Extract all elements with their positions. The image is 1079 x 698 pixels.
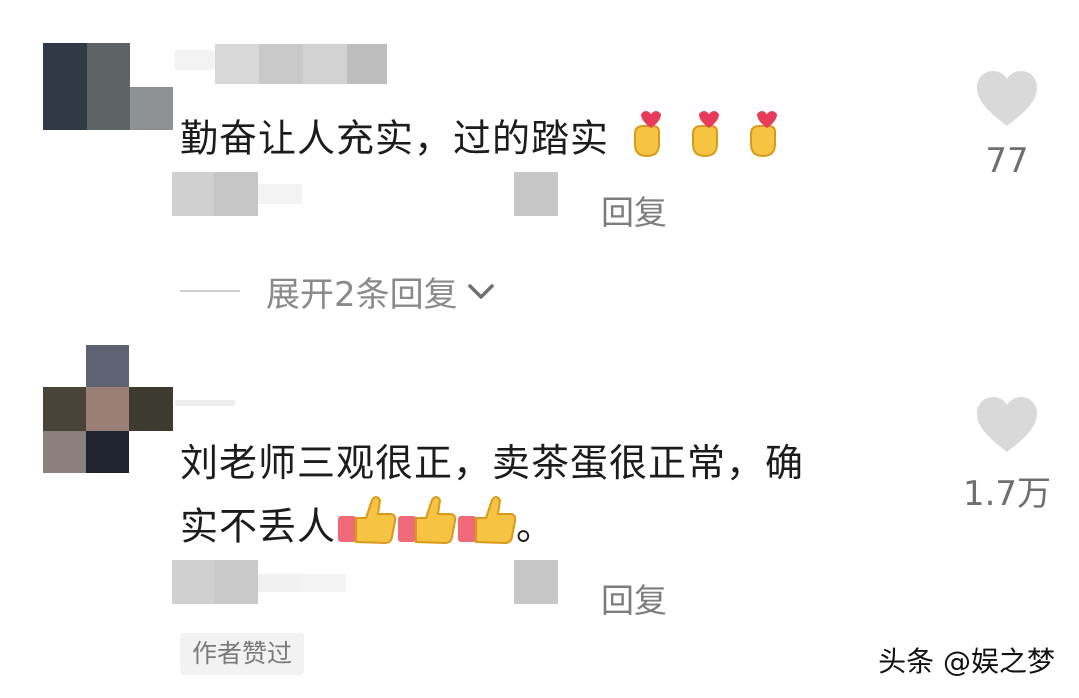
username-blurred[interactable] [175, 400, 265, 410]
expand-replies-button[interactable]: 展开2条回复 [180, 266, 496, 316]
author-liked-badge: 作者赞过 [180, 633, 305, 675]
username-blurred[interactable] [175, 44, 387, 84]
like-heart-icon[interactable] [976, 396, 1038, 454]
divider-line [180, 290, 240, 292]
comment-suffix: 。 [516, 504, 556, 549]
watermark: 头条 @娱之梦 [878, 645, 1055, 678]
like-count: 1.7万 [962, 474, 1052, 514]
comment-text: 勤奋让人充实，过的踏实 [180, 104, 781, 178]
comment-body: 实不丢人 [180, 504, 337, 549]
finger-heart-icon [621, 104, 781, 178]
timestamp-blurred [172, 172, 558, 216]
avatar[interactable] [43, 43, 173, 130]
avatar[interactable] [43, 345, 173, 473]
like-heart-icon[interactable] [976, 70, 1038, 128]
timestamp-blurred [172, 560, 558, 604]
comment-text-line2: 实不丢人 。 [180, 492, 555, 566]
thumbs-up-icon [336, 492, 517, 566]
like-count: 77 [985, 141, 1029, 181]
comment-body: 勤奋让人充实，过的踏实 [180, 116, 610, 161]
reply-button[interactable]: 回复 [601, 186, 667, 234]
chevron-down-icon [466, 271, 496, 311]
expand-replies-label: 展开2条回复 [266, 274, 458, 315]
reply-button[interactable]: 回复 [601, 574, 667, 622]
comment-text-line1: 刘老师三观很正，卖茶蛋很正常，确 [180, 441, 805, 485]
